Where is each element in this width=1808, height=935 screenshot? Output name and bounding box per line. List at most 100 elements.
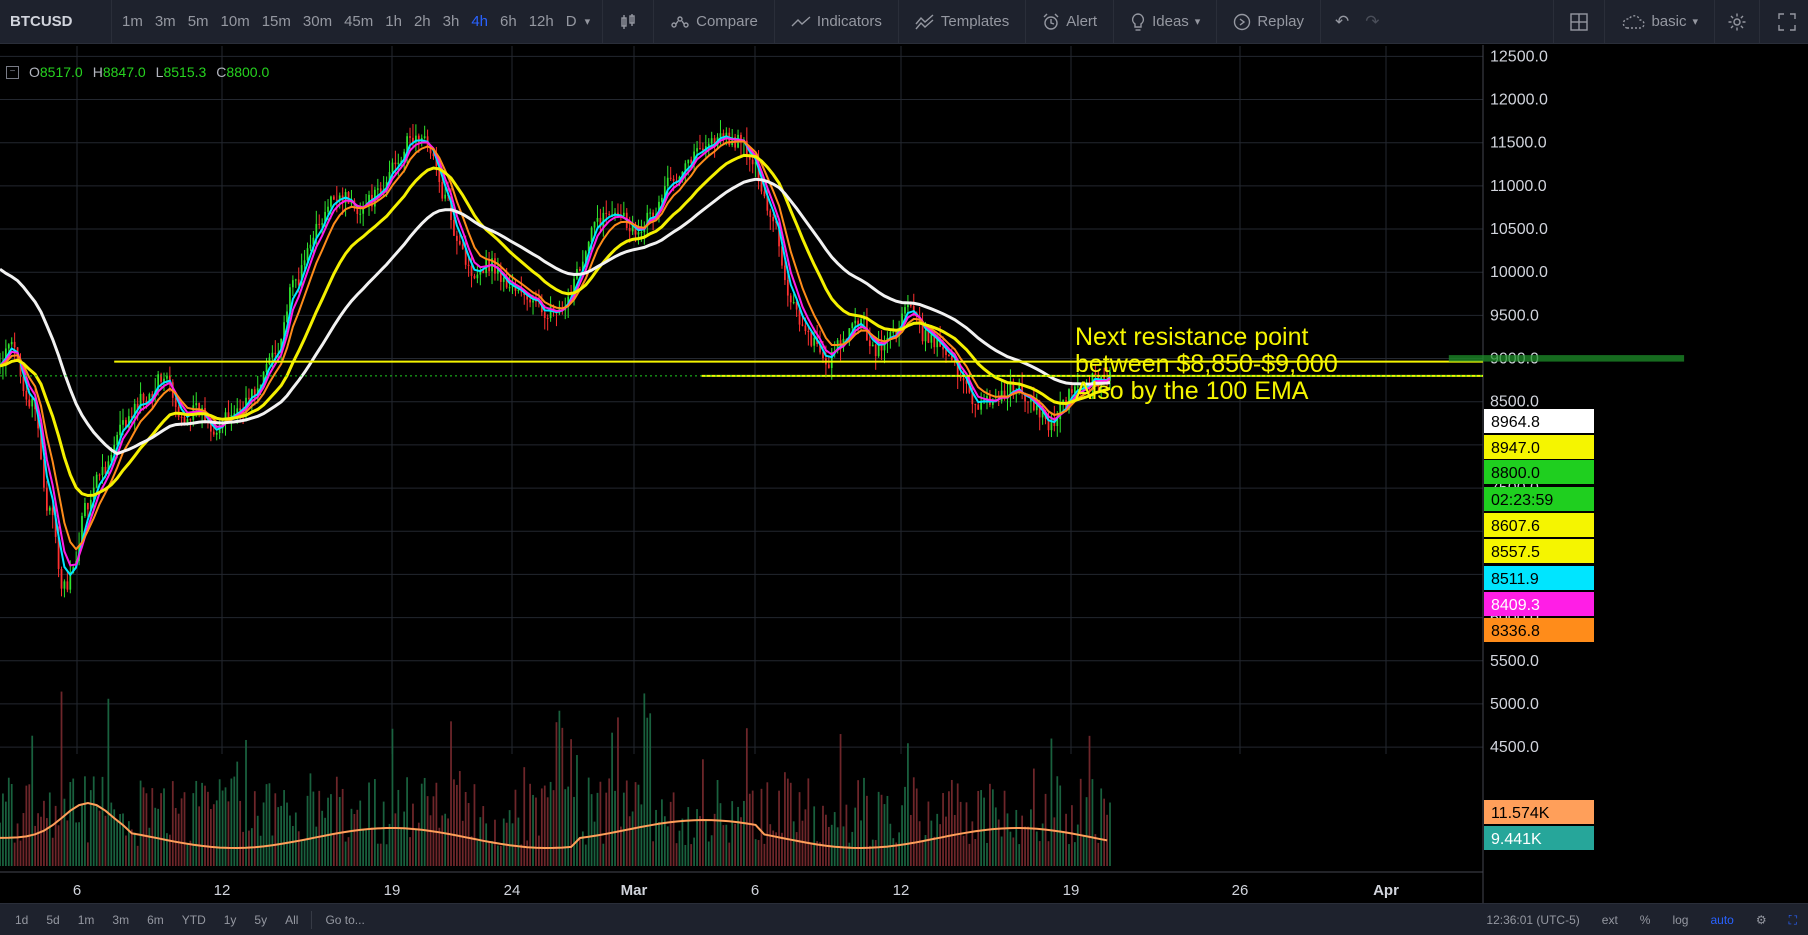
indicators-button[interactable]: Indicators [781, 0, 892, 44]
volume-bar [107, 698, 110, 866]
interval-30m[interactable]: 30m [297, 13, 338, 30]
volume-bar [704, 820, 707, 866]
interval-5m[interactable]: 5m [182, 13, 215, 30]
extended-hours-toggle[interactable]: ext [1591, 913, 1629, 927]
volume-bar [605, 792, 608, 866]
volume-bar [54, 805, 57, 866]
candle-body [409, 136, 411, 138]
chart-style-button[interactable] [609, 0, 647, 44]
volume-bar [596, 792, 599, 866]
volume-bar [743, 800, 745, 866]
volume-bar [338, 797, 341, 866]
go-to-date-button[interactable]: Go to... [316, 913, 373, 927]
y-tick-label: 12000.0 [1490, 92, 1548, 109]
redo-button[interactable]: ↷ [1357, 0, 1387, 44]
range-3m[interactable]: 3m [103, 913, 138, 927]
collapse-legend-icon[interactable]: − [6, 65, 19, 79]
interval-45m[interactable]: 45m [338, 13, 379, 30]
x-tick-label: 12 [893, 882, 910, 899]
volume-bar [649, 713, 652, 866]
candle-body [699, 148, 701, 150]
price-chart[interactable]: 12500.0 12000.0 11500.0 11000.0 10500.0 10000… [0, 45, 1808, 906]
interval-d[interactable]: D [560, 13, 583, 30]
volume-bar [652, 841, 654, 866]
range-ytd[interactable]: YTD [173, 913, 215, 927]
interval-3h[interactable]: 3h [437, 13, 466, 30]
volume-bar [593, 821, 596, 866]
x-tick-label: 26 [1232, 882, 1249, 899]
interval-1h[interactable]: 1h [379, 13, 408, 30]
compare-label: Compare [696, 13, 758, 30]
volume-bar [918, 821, 921, 866]
volume-bar [40, 816, 42, 866]
percent-scale-toggle[interactable]: % [1629, 913, 1662, 927]
interval-10m[interactable]: 10m [215, 13, 256, 30]
save-layout-button[interactable]: basic ▾ [1611, 0, 1708, 44]
volume-bar [734, 823, 736, 866]
alert-button[interactable]: Alert [1032, 0, 1107, 44]
auto-scale-toggle[interactable]: auto [1699, 913, 1744, 927]
volume-bar [868, 845, 871, 866]
volume-bar [60, 691, 63, 866]
chevron-down-icon[interactable]: ▾ [583, 15, 597, 28]
interval-3m[interactable]: 3m [149, 13, 182, 30]
candle-body [907, 305, 909, 308]
volume-bar [359, 800, 362, 866]
layout-grid-button[interactable] [1560, 0, 1598, 44]
candle-body [461, 244, 464, 250]
settings-icon[interactable]: ⚙ [1745, 913, 1778, 927]
interval-list: 1m 3m 5m 10m 15m 30m 45m 1h 2h 3h 4h 6h 12h D [112, 13, 583, 30]
volume-bar [933, 836, 936, 866]
undo-button[interactable]: ↶ [1327, 0, 1357, 44]
volume-bar [16, 823, 19, 866]
volume-bar [456, 784, 458, 866]
volume-bar [4, 801, 7, 866]
volume-bar [713, 813, 716, 866]
volume-bar [0, 822, 1, 866]
log-scale-toggle[interactable]: log [1661, 913, 1699, 927]
interval-4h[interactable]: 4h [465, 13, 494, 30]
candle-body [441, 182, 444, 199]
candle-body [593, 221, 596, 228]
volume-bar [148, 827, 151, 866]
interval-6h[interactable]: 6h [494, 13, 523, 30]
fullscreen-button[interactable] [1766, 0, 1808, 44]
volume-bar [467, 803, 470, 866]
candle-body [318, 223, 321, 225]
volume-bar [374, 779, 376, 866]
compare-button[interactable]: Compare [660, 0, 768, 44]
gear-icon [1728, 13, 1746, 30]
symbol-search[interactable]: BTCUSD [0, 0, 112, 44]
range-all[interactable]: All [276, 913, 307, 927]
volume-bar [1015, 809, 1018, 866]
interval-1m[interactable]: 1m [116, 13, 149, 30]
compare-icon [671, 15, 689, 28]
y-tick-label: 5000.0 [1490, 696, 1539, 713]
templates-button[interactable]: Templates [905, 0, 1019, 44]
replay-button[interactable]: Replay [1223, 0, 1314, 44]
divider [897, 0, 899, 44]
range-5y[interactable]: 5y [245, 913, 276, 927]
range-1m[interactable]: 1m [69, 913, 104, 927]
chevron-down-icon: ▾ [1692, 16, 1698, 28]
interval-2h[interactable]: 2h [408, 13, 437, 30]
chart-pane[interactable]: 12500.0 12000.0 11500.0 11000.0 10500.0 10000… [0, 45, 1808, 906]
ideas-button[interactable]: Ideas ▾ [1120, 0, 1210, 44]
range-1d[interactable]: 1d [6, 913, 37, 927]
fullscreen-icon[interactable]: ⛶ [1778, 913, 1808, 928]
settings-button[interactable] [1721, 0, 1753, 44]
range-6m[interactable]: 6m [138, 913, 173, 927]
volume-bar [535, 797, 537, 866]
range-1y[interactable]: 1y [215, 913, 246, 927]
volume-bar [239, 800, 242, 866]
volume-bar [693, 837, 695, 866]
candle-body [669, 177, 672, 179]
price-label: 8557.5 [1491, 544, 1540, 561]
interval-15m[interactable]: 15m [256, 13, 297, 30]
volume-bar [497, 845, 499, 866]
interval-12h[interactable]: 12h [523, 13, 560, 30]
volume-bar [508, 810, 511, 866]
candle-body [470, 265, 473, 276]
range-5d[interactable]: 5d [37, 913, 68, 927]
candle-body [291, 280, 294, 288]
